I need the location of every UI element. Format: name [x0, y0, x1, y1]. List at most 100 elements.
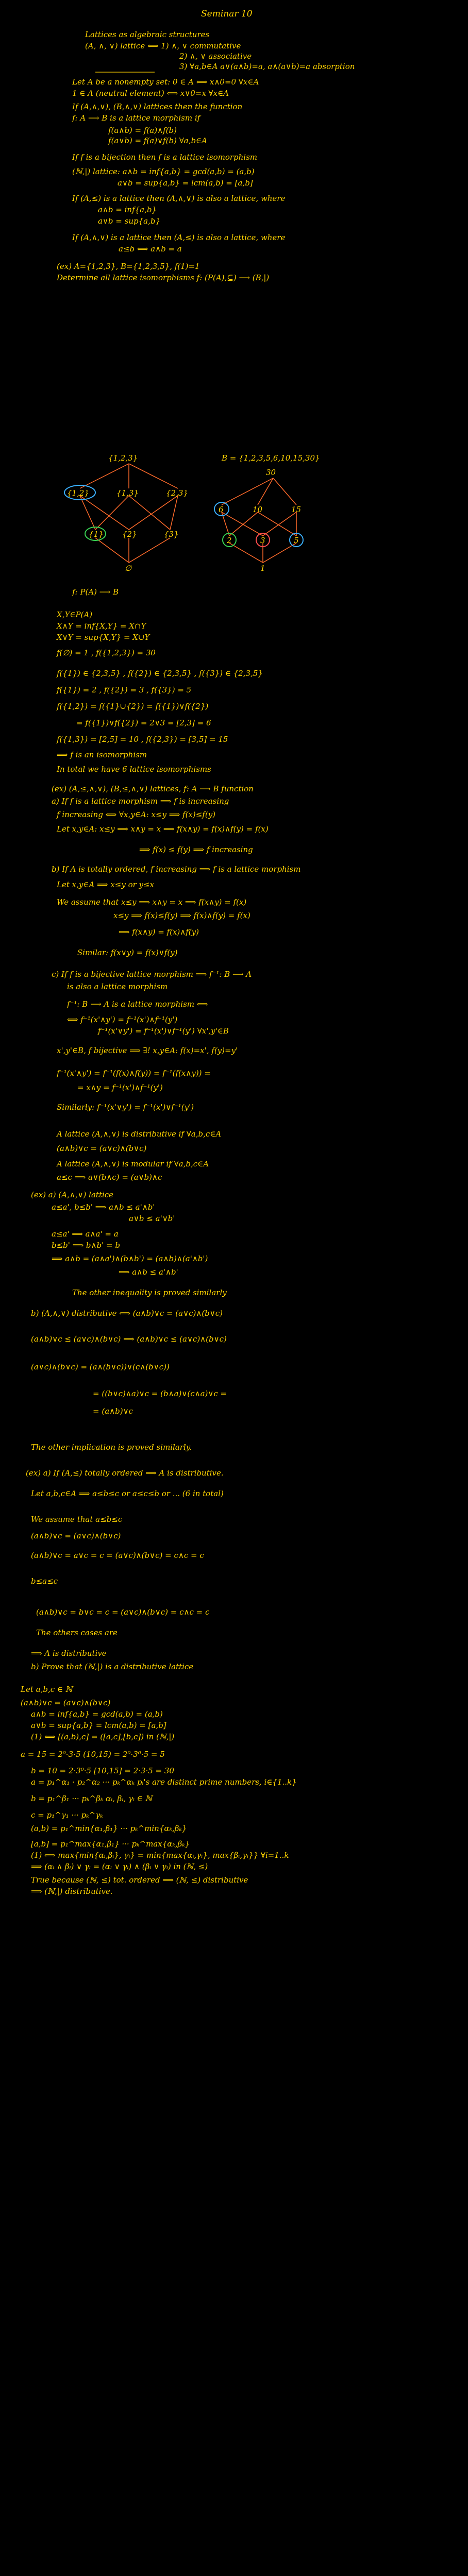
note-line: 2) ∧, ∨ associative: [179, 52, 252, 61]
note-line: f: P(A) ⟶ B: [72, 587, 119, 597]
note-line: 3: [260, 536, 265, 545]
note-line: (ex) (A,≤,∧,∨), (B,≤,∧,∨) lattices, f: A…: [52, 784, 254, 793]
note-line: ⟹ f(x) ≤ f(y) ⟹ f increasing: [139, 845, 253, 854]
note-line: c) If f is a bijective lattice morphism …: [52, 970, 252, 979]
note-line: = (a∧b)∨c: [93, 1406, 133, 1416]
note-line: a≤a' ⟹ a∧a' = a: [52, 1229, 119, 1239]
note-line: f(a∨b) = f(a)∨f(b) ∀a,b∈A: [108, 136, 207, 145]
power-set-hasse-diagram: [79, 463, 178, 563]
note-line: a≤b ⟺ a∧b = a: [119, 244, 182, 253]
note-line: 1 ∈ A (neutral element) ⟺ x∨0=x ∀x∈A: [72, 89, 229, 98]
page-title: Seminar 10: [201, 9, 253, 19]
note-line: b≤b' ⟹ b∧b' = b: [52, 1241, 120, 1250]
note-line: ∅: [125, 564, 132, 573]
note-line: 5: [294, 536, 299, 545]
note-line: The other inequality is proved similarly: [72, 1288, 227, 1297]
note-line: (a∧b)∨c = (a∨c)∧(b∨c): [57, 1144, 147, 1153]
hasse-diagrams: [64, 72, 304, 563]
note-line: a∧b = inf{a,b} = gcd(a,b) = (a,b): [31, 1709, 163, 1719]
note-line: f({1,3}) = [2,5] = 10 , f({2,3}) = [3,5]…: [57, 735, 228, 744]
note-line: ⟹ f is an isomorphism: [57, 750, 147, 759]
note-line: The other implication is proved similarl…: [31, 1443, 192, 1452]
note-line: f⁻¹(x'∧y') = f⁻¹(f(x)∧f(y)) = f⁻¹(f(x∧y)…: [57, 1069, 211, 1078]
note-line: 2: [227, 536, 232, 545]
note-line: 1: [260, 564, 265, 573]
divisor-hasse-diagram: [221, 478, 297, 563]
note-line: If (A,∧,∨), (B,∧,∨) lattices then the fu…: [72, 102, 243, 111]
note-line: (a∧b)∨c ≤ (a∨c)∧(b∨c) ⟹ (a∧b)∨c ≤ (a∨c)∧…: [31, 1334, 227, 1344]
note-line: 10: [253, 505, 263, 514]
note-line: Let a,b,c ∈ ℕ: [21, 1685, 73, 1694]
note-line: (a∧b)∨c = b∨c = c = (a∨c)∧(b∨c) = c∧c = …: [36, 1607, 210, 1617]
note-line: [a,b] = p₁^max{α₁,β₁} ··· pₖ^max{αₖ,βₖ}: [31, 1839, 190, 1849]
note-line: is also a lattice morphism: [67, 982, 168, 991]
note-line: {1,3}: [116, 488, 139, 498]
note-line: True because (ℕ, ≤) tot. ordered ⟹ (ℕ, ≤…: [31, 1875, 248, 1885]
note-line: We assume that a≤b≤c: [31, 1515, 123, 1524]
note-line: A lattice (A,∧,∨) is modular if ∀a,b,c∈A: [57, 1159, 209, 1168]
note-line: (ex) a) If (A,≤) totally ordered ⟹ A is …: [26, 1468, 224, 1478]
note-line: (a∧b)∨c = a∨c = c = (a∨c)∧(b∨c) = c∧c = …: [31, 1551, 204, 1560]
note-line: f({1}) ∈ {2,3,5} , f({2}) ∈ {2,3,5} , f(…: [57, 669, 263, 678]
note-line: (ℕ,|) lattice: a∧b = inf{a,b} = gcd(a,b)…: [72, 167, 255, 176]
note-line: 30: [266, 468, 276, 477]
note-line: ⟹ a∧b ≤ a'∧b': [119, 1267, 178, 1277]
note-line: B = {1,2,3,5,6,10,15,30}: [222, 453, 320, 463]
note-line: (a,b) = p₁^min{α₁,β₁} ··· pₖ^min{αₖ,βₖ}: [31, 1824, 187, 1833]
note-line: b) Prove that (ℕ,|) is a distributive la…: [31, 1662, 194, 1671]
note-line: {3}: [164, 530, 179, 539]
note-line: = f({1})∨f({2}) = 2∨3 = [2,3] = 6: [76, 718, 211, 727]
note-line: We assume that x≤y ⟹ x∧y = x ⟹ f(x∧y) = …: [57, 897, 247, 907]
note-line: b = 10 = 2·3⁰·5 [10,15] = 2·3·5 = 30: [31, 1766, 174, 1775]
note-line: ⟹ f(x∧y) = f(x)∧f(y): [119, 927, 199, 937]
note-line: 3) ∀a,b∈A a∨(a∧b)=a, a∧(a∨b)=a absorptio…: [179, 62, 355, 71]
note-line: f({1,2}) = f({1}∪{2}) = f({1})∨f({2}): [57, 702, 209, 711]
note-line: b) (A,∧,∨) distributive ⟺ (a∧b)∨c = (a∨c…: [31, 1309, 223, 1318]
note-line: If (A,≤) is a lattice then (A,∧,∨) is al…: [72, 194, 286, 203]
note-line: In total we have 6 lattice isomorphisms: [57, 765, 211, 774]
note-line: {1}: [89, 530, 104, 539]
note-line: (a∨c)∧(b∨c) = (a∧(b∨c))∨(c∧(b∨c)): [31, 1362, 170, 1371]
note-line: Let a,b,c∈A ⟹ a≤b≤c or a≤c≤b or ... (6 i…: [31, 1489, 224, 1498]
note-line: If f is a bijection then f is a lattice …: [72, 152, 258, 162]
note-line: a∨b = sup{a,b} = lcm(a,b) = [a,b]: [31, 1721, 166, 1730]
note-line: (1) ⟺ [(a,b),c] = ([a,c],[b,c]) in (ℕ,|): [31, 1732, 175, 1741]
note-line: a≤a', b≤b' ⟹ a∧b ≤ a'∧b': [52, 1202, 155, 1212]
note-line: X,Y∈P(A): [57, 610, 93, 619]
note-line: (A, ∧, ∨) lattice ⟺ 1) ∧, ∨ commutative: [85, 41, 241, 50]
underlines: [95, 72, 155, 73]
note-line: f⁻¹(x'∨y') = f⁻¹(x')∨f⁻¹(y') ∀x',y'∈B: [98, 1026, 229, 1036]
note-line: Similar: f(x∨y) = f(x)∨f(y): [77, 948, 178, 957]
note-line: (ex) a) (A,∧,∨) lattice: [31, 1190, 114, 1199]
note-line: = ((b∨c)∧a)∨c = (b∧a)∨(c∧a)∨c =: [93, 1389, 227, 1398]
note-line: = x∧y = f⁻¹(x')∧f⁻¹(y'): [77, 1083, 163, 1092]
note-line: Let A be a nonempty set: 0 ∈ A ⟺ x∧0=0 ∀…: [72, 77, 259, 87]
note-line: Lattices as algebraic structures: [85, 30, 210, 39]
note-line: a∨b ≤ a'∨b': [129, 1214, 175, 1223]
note-line: b = p₁^β₁ ··· pₖ^βₖ αᵢ, βᵢ, γᵢ ∈ ℕ: [31, 1794, 153, 1803]
note-line: X∨Y = sup{X,Y} = X∪Y: [57, 633, 150, 642]
note-line: ⟹ (ℕ,|) distributive.: [31, 1887, 113, 1896]
note-line: {1,2}: [67, 488, 89, 498]
note-line: a) If f is a lattice morphism ⟹ f is inc…: [52, 796, 229, 806]
note-line: f(∅) = 1 , f({1,2,3}) = 30: [57, 648, 156, 657]
note-line: 15: [291, 505, 302, 514]
note-line: {2,3}: [166, 488, 188, 498]
note-line: ⟺ f⁻¹(x'∧y') = f⁻¹(x')∧f⁻¹(y'): [67, 1015, 178, 1024]
note-line: a = 15 = 2⁰·3·5 (10,15) = 2⁰·3⁰·5 = 5: [21, 1750, 165, 1759]
note-line: b≤a≤c: [31, 1577, 58, 1586]
note-line: x≤y ⟹ f(x)≤f(y) ⟹ f(x)∧f(y) = f(x): [113, 911, 250, 920]
note-line: If (A,∧,∨) is a lattice then (A,≤) is al…: [72, 233, 286, 242]
note-line: ⟹ (αᵢ ∧ βᵢ) ∨ γᵢ = (αᵢ ∨ γᵢ) ∧ (βᵢ ∨ γᵢ)…: [31, 1862, 208, 1871]
note-line: ⟹ A is distributive: [31, 1649, 107, 1658]
note-line: X∧Y = inf{X,Y} = X∩Y: [57, 621, 146, 631]
note-line: Similarly: f⁻¹(x'∨y') = f⁻¹(x')∨f⁻¹(y'): [57, 1103, 194, 1112]
note-line: (a∧b)∨c = (a∨c)∧(b∨c): [31, 1531, 121, 1540]
note-line: f: A ⟶ B is a lattice morphism if: [72, 113, 200, 123]
note-line: 6: [219, 505, 224, 514]
note-line: f increasing ⟺ ∀x,y∈A: x≤y ⟹ f(x)≤f(y): [57, 810, 216, 819]
note-line: Determine all lattice isomorphisms f: (P…: [57, 273, 270, 282]
note-line: a∧b = inf{a,b}: [98, 205, 157, 214]
note-line: Let x,y∈A: x≤y ⟹ x∧y = x ⟹ f(x∧y) = f(x)…: [57, 824, 269, 834]
note-line: ⟹ a∧b = (a∧a')∧(b∧b') = (a∧b)∧(a'∧b'): [52, 1254, 208, 1263]
